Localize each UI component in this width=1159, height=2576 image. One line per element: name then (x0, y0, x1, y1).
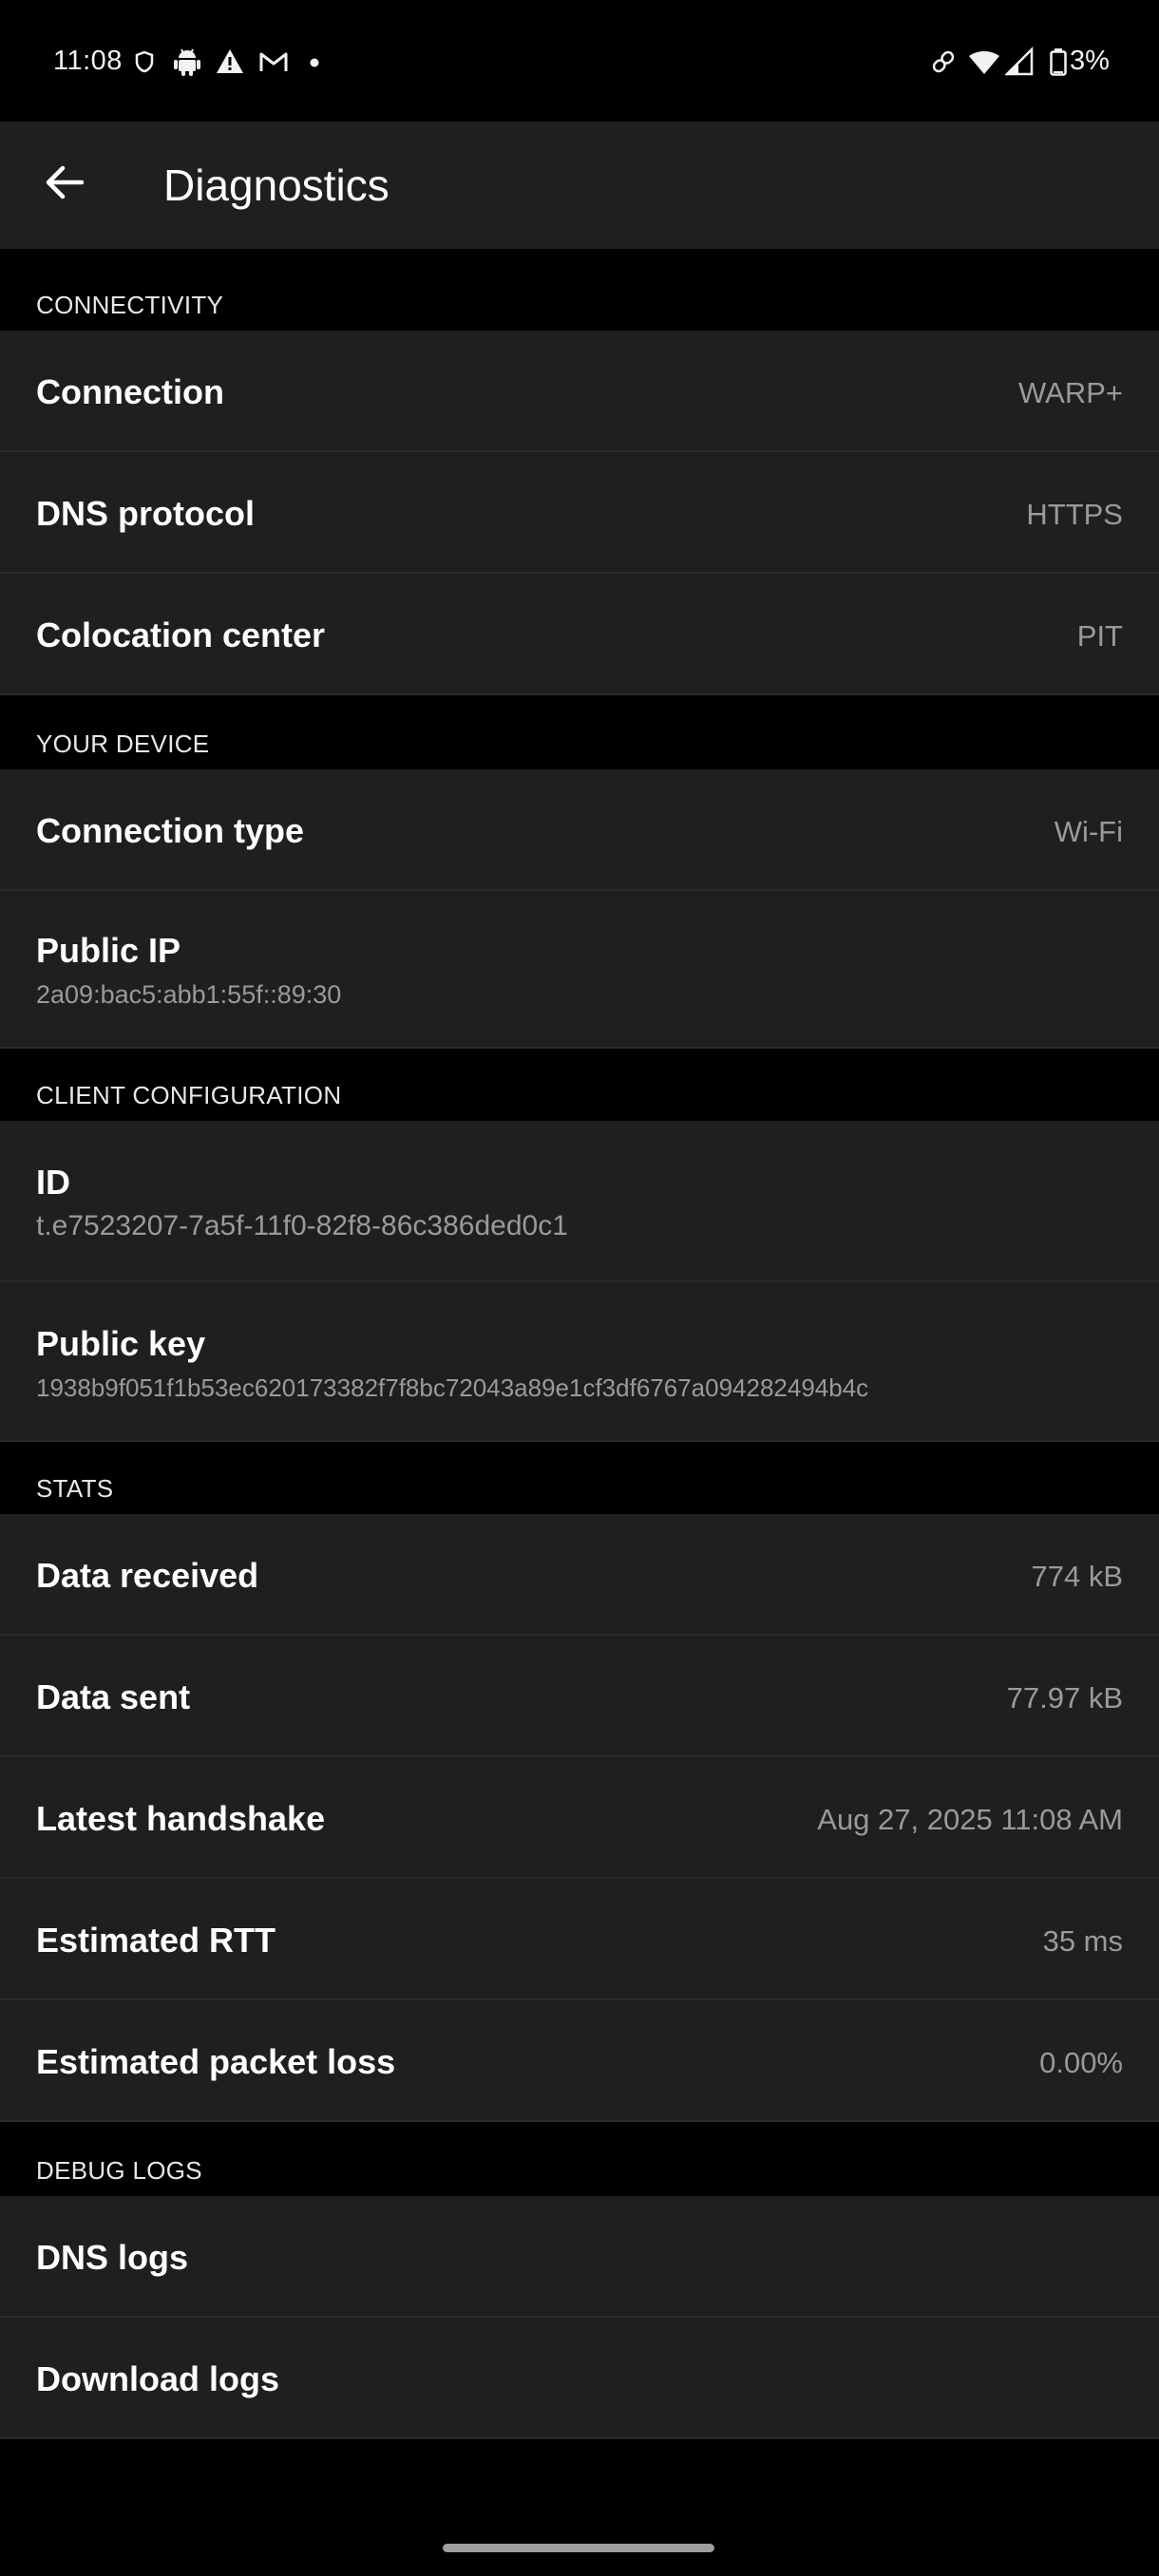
row-value: 0.00% (1039, 2046, 1123, 2079)
row-label: Data received (36, 1556, 259, 1595)
row-dns-protocol: DNS protocol HTTPS (0, 452, 1159, 574)
row-label: Public IP (36, 931, 181, 970)
gmail-icon (259, 52, 288, 71)
section-header-client-configuration: CLIENT CONFIGURATION (0, 1049, 1159, 1121)
status-time: 11:08 (53, 46, 123, 76)
download-logs-button[interactable]: Download logs (0, 2318, 1159, 2439)
section-header-stats: STATS (0, 1442, 1159, 1514)
row-value: Wi-Fi (1054, 815, 1123, 848)
dns-logs-button[interactable]: DNS logs (0, 2196, 1159, 2318)
back-button[interactable] (27, 144, 103, 220)
row-value: 2a09:bac5:abb1:55f::89:30 (36, 980, 342, 1009)
row-label: DNS logs (36, 2238, 189, 2277)
row-value: HTTPS (1026, 498, 1123, 531)
section-header-label: CLIENT CONFIGURATION (36, 1081, 342, 1109)
row-connection: Connection WARP+ (0, 331, 1159, 452)
link-icon (932, 50, 955, 73)
row-label: DNS protocol (36, 494, 255, 533)
status-bar: 11:08 3% (0, 0, 1159, 122)
row-label: Public key (36, 1324, 206, 1363)
row-label: Connection type (36, 811, 305, 850)
row-connection-type: Connection type Wi-Fi (0, 769, 1159, 891)
section-header-debug-logs: DEBUG LOGS (0, 2122, 1159, 2196)
row-value: 774 kB (1031, 1560, 1123, 1593)
row-label: ID (36, 1163, 70, 1202)
signal-icon (1005, 46, 1034, 76)
section-header-label: STATS (36, 1474, 114, 1503)
app-bar: Diagnostics (0, 122, 1159, 249)
row-label: Data sent (36, 1677, 191, 1716)
row-estimated-rtt: Estimated RTT 35 ms (0, 1879, 1159, 2000)
row-value: t.e7523207-7a5f-11f0-82f8-86c386ded0c1 (36, 1210, 568, 1241)
section-header-label: YOUR DEVICE (36, 729, 210, 758)
row-label: Download logs (36, 2359, 279, 2398)
warning-icon (217, 49, 243, 73)
row-value: Aug 27, 2025 11:08 AM (817, 1803, 1123, 1836)
row-value: WARP+ (1018, 376, 1123, 409)
row-label: Colocation center (36, 616, 326, 654)
row-id: ID t.e7523207-7a5f-11f0-82f8-86c386ded0c… (0, 1121, 1159, 1282)
row-value: 77.97 kB (1006, 1681, 1123, 1714)
row-label: Estimated RTT (36, 1921, 276, 1960)
section-header-your-device: YOUR DEVICE (0, 695, 1159, 769)
android-icon (174, 48, 200, 76)
row-colocation-center: Colocation center PIT (0, 574, 1159, 695)
row-label: Latest handshake (36, 1799, 326, 1838)
gesture-navigation-handle[interactable] (443, 2544, 714, 2552)
row-public-ip: Public IP 2a09:bac5:abb1:55f::89:30 (0, 891, 1159, 1049)
row-latest-handshake: Latest handshake Aug 27, 2025 11:08 AM (0, 1757, 1159, 1879)
row-data-sent: Data sent 77.97 kB (0, 1636, 1159, 1757)
wifi-icon (969, 50, 999, 74)
row-value: 1938b9f051f1b53ec620173382f7f8bc72043a89… (36, 1373, 869, 1402)
battery-percentage: 3% (1070, 46, 1110, 76)
section-header-label: CONNECTIVITY (36, 291, 224, 319)
shield-icon (135, 50, 154, 73)
row-data-received: Data received 774 kB (0, 1514, 1159, 1636)
arrow-back-icon (46, 165, 85, 199)
row-label: Estimated packet loss (36, 2042, 396, 2081)
row-label: Connection (36, 372, 224, 411)
page-title: Diagnostics (163, 161, 390, 210)
row-estimated-packet-loss: Estimated packet loss 0.00% (0, 2000, 1159, 2122)
row-value: 35 ms (1042, 1924, 1123, 1958)
row-public-key: Public key 1938b9f051f1b53ec620173382f7f… (0, 1282, 1159, 1442)
battery-icon (1050, 48, 1067, 76)
section-header-connectivity: CONNECTIVITY (0, 249, 1159, 331)
row-value: PIT (1076, 619, 1123, 653)
section-header-label: DEBUG LOGS (36, 2156, 202, 2185)
dot-icon (310, 58, 319, 67)
